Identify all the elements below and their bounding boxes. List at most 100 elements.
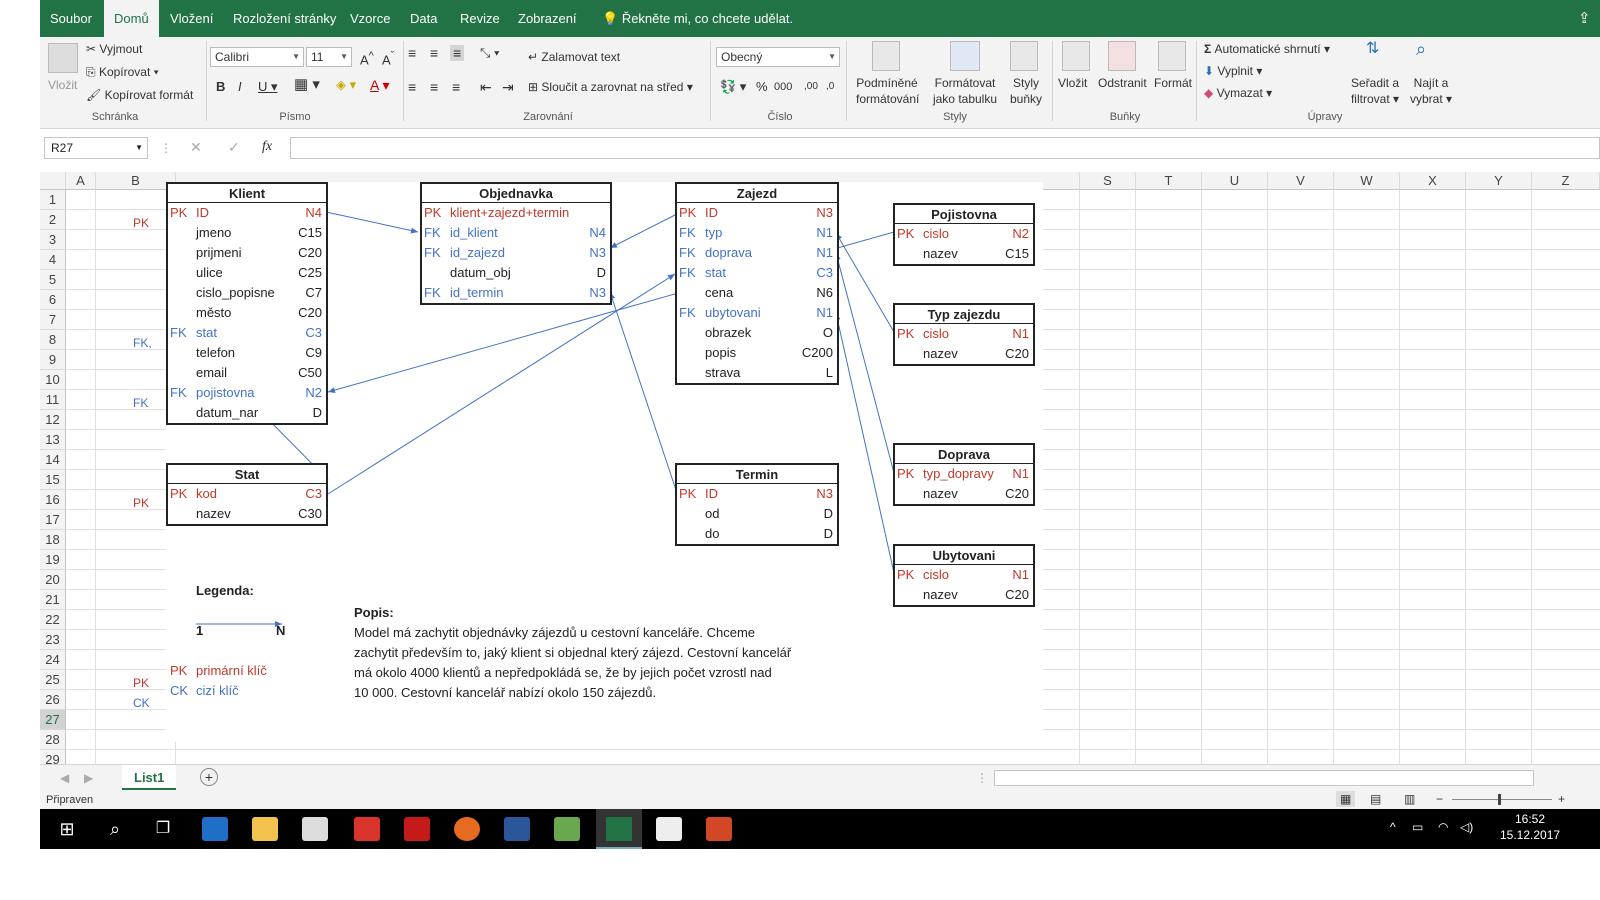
conditional-format-icon[interactable] <box>872 41 900 71</box>
orientation-icon[interactable]: ⤡ ▾ <box>480 45 499 61</box>
cell-styles-button[interactable]: Styly buňky <box>1006 75 1046 107</box>
windows-start-icon[interactable]: ⊞ <box>54 817 80 841</box>
increase-decimal-icon[interactable]: ,00 <box>804 79 818 95</box>
row-header[interactable]: 20 <box>40 570 66 590</box>
format-cells-icon[interactable] <box>1158 41 1186 71</box>
paste-icon[interactable] <box>48 43 78 73</box>
row-header[interactable]: 21 <box>40 590 66 610</box>
grow-font-icon[interactable]: A^ <box>360 48 374 68</box>
row-header[interactable]: 12 <box>40 410 66 430</box>
row-header[interactable]: 28 <box>40 730 66 750</box>
row-header[interactable]: 11 <box>40 390 66 410</box>
decrease-indent-icon[interactable]: ⇤ <box>480 79 492 95</box>
battery-icon[interactable]: ▭ <box>1412 819 1423 835</box>
select-all-corner[interactable] <box>40 172 66 190</box>
italic-icon[interactable]: I <box>238 79 242 95</box>
row-header[interactable]: 4 <box>40 250 66 270</box>
tab-view[interactable]: Zobrazení <box>508 0 587 37</box>
sort-filter-icon[interactable]: ⇅ <box>1366 41 1379 57</box>
paste-button[interactable]: Vložit <box>48 77 77 93</box>
cancel-icon[interactable]: ✕ <box>190 139 202 155</box>
row-header[interactable]: 27 <box>40 710 66 730</box>
row-header[interactable]: 19 <box>40 550 66 570</box>
row-header[interactable]: 5 <box>40 270 66 290</box>
sort-filter-button[interactable]: Seřadit a filtrovat ▾ <box>1348 75 1402 107</box>
align-bottom-icon[interactable]: ≡ <box>450 45 465 61</box>
format-cells-button[interactable]: Formát <box>1154 75 1192 91</box>
row-header[interactable]: 25 <box>40 670 66 690</box>
col-header-y[interactable]: Y <box>1466 172 1532 190</box>
col-header-v[interactable]: V <box>1268 172 1334 190</box>
name-box[interactable]: R27 ▼ <box>44 137 148 159</box>
row-header[interactable]: 3 <box>40 230 66 250</box>
format-painter-button[interactable]: 🖌 Kopírovat formát <box>86 87 193 103</box>
store-icon[interactable] <box>302 817 328 841</box>
cell-styles-icon[interactable] <box>1010 41 1038 71</box>
share-icon[interactable]: ⇪ <box>1568 0 1600 37</box>
wifi-icon[interactable]: ◠ <box>1438 819 1448 835</box>
search-icon[interactable]: ⌕ <box>102 817 128 841</box>
next-sheet-icon[interactable]: ▶ <box>84 770 93 786</box>
col-header-b[interactable]: B <box>96 172 176 190</box>
row-header[interactable]: 18 <box>40 530 66 550</box>
file-explorer-icon[interactable] <box>252 817 278 841</box>
row-header[interactable]: 6 <box>40 290 66 310</box>
mail-app-icon[interactable] <box>354 817 380 841</box>
tab-data[interactable]: Data <box>400 0 447 37</box>
add-sheet-icon[interactable]: + <box>200 768 218 786</box>
tab-page-layout[interactable]: Rozložení stránky <box>223 0 346 37</box>
row-header[interactable]: 22 <box>40 610 66 630</box>
thousands-icon[interactable]: 000 <box>774 79 792 95</box>
function-icon[interactable]: fx <box>262 139 272 155</box>
align-right-icon[interactable]: ≡ <box>452 79 460 95</box>
zoom-thumb[interactable] <box>1498 794 1501 805</box>
firefox-icon[interactable] <box>454 817 480 841</box>
delete-cells-icon[interactable] <box>1108 41 1136 71</box>
increase-indent-icon[interactable]: ⇥ <box>502 79 514 95</box>
row-header[interactable]: 9 <box>40 350 66 370</box>
merge-center-button[interactable]: ⊞ Sloučit a zarovnat na střed ▾ <box>528 79 693 95</box>
er-diagram-image[interactable]: PK FK, FK PK PK CK Klient PK ID N4 jmeno… <box>133 182 1043 742</box>
col-header-s[interactable]: S <box>1080 172 1136 190</box>
fill-button[interactable]: ⬇ Vyplnit ▾ <box>1204 63 1262 79</box>
col-header-t[interactable]: T <box>1136 172 1202 190</box>
row-header[interactable]: 14 <box>40 450 66 470</box>
format-as-table-button[interactable]: Formátovat jako tabulku <box>924 75 1006 107</box>
delete-cells-button[interactable]: Odstranit <box>1098 75 1147 91</box>
decrease-decimal-icon[interactable]: ,0 <box>826 79 834 95</box>
insert-cells-button[interactable]: Vložit <box>1058 75 1087 91</box>
fill-color-icon[interactable]: ◈ ▾ <box>336 77 356 93</box>
app-red-icon[interactable] <box>404 817 430 841</box>
tell-me-box[interactable]: 💡 Řekněte mi, co chcete udělat. <box>592 0 803 37</box>
photos-icon[interactable] <box>656 817 682 841</box>
zoom-slider[interactable] <box>1452 799 1552 800</box>
underline-icon[interactable]: U ▾ <box>258 79 278 95</box>
find-select-button[interactable]: Najít a vybrat ▾ <box>1408 75 1454 107</box>
row-header[interactable]: 15 <box>40 470 66 490</box>
clock[interactable]: 16:52 15.12.2017 <box>1500 811 1560 843</box>
bold-icon[interactable]: B <box>216 79 225 95</box>
insert-cells-icon[interactable] <box>1062 41 1090 71</box>
font-name-select[interactable]: Calibri ▼ <box>210 47 304 67</box>
accounting-format-icon[interactable]: 💱 ▾ <box>720 79 746 95</box>
copy-button[interactable]: ⎘ Kopírovat ▾ <box>86 64 159 80</box>
align-left-icon[interactable]: ≡ <box>408 79 416 95</box>
row-header[interactable]: 8 <box>40 330 66 350</box>
clear-button[interactable]: ◆ Vymazat ▾ <box>1204 85 1272 101</box>
tab-review[interactable]: Revize <box>450 0 510 37</box>
row-header[interactable]: 29 <box>40 750 66 764</box>
excel-taskbar-active[interactable] <box>596 809 642 849</box>
task-view-icon[interactable]: ❐ <box>150 817 176 841</box>
conditional-format-button[interactable]: Podmíněné formátování <box>856 75 919 107</box>
row-header[interactable]: 2 <box>40 210 66 230</box>
edge-icon[interactable] <box>202 817 228 841</box>
magnifier-icon[interactable]: ⌕ <box>1416 40 1426 58</box>
tab-formulas[interactable]: Vzorce <box>340 0 400 37</box>
tab-insert[interactable]: Vložení <box>160 0 223 37</box>
cut-button[interactable]: ✂ Vyjmout <box>86 41 142 57</box>
tab-file[interactable]: Soubor <box>40 0 102 37</box>
shrink-font-icon[interactable]: Aˇ <box>382 48 394 68</box>
prev-sheet-icon[interactable]: ◀ <box>60 770 69 786</box>
volume-icon[interactable]: ◁) <box>1460 819 1473 835</box>
percent-icon[interactable]: % <box>756 79 768 95</box>
